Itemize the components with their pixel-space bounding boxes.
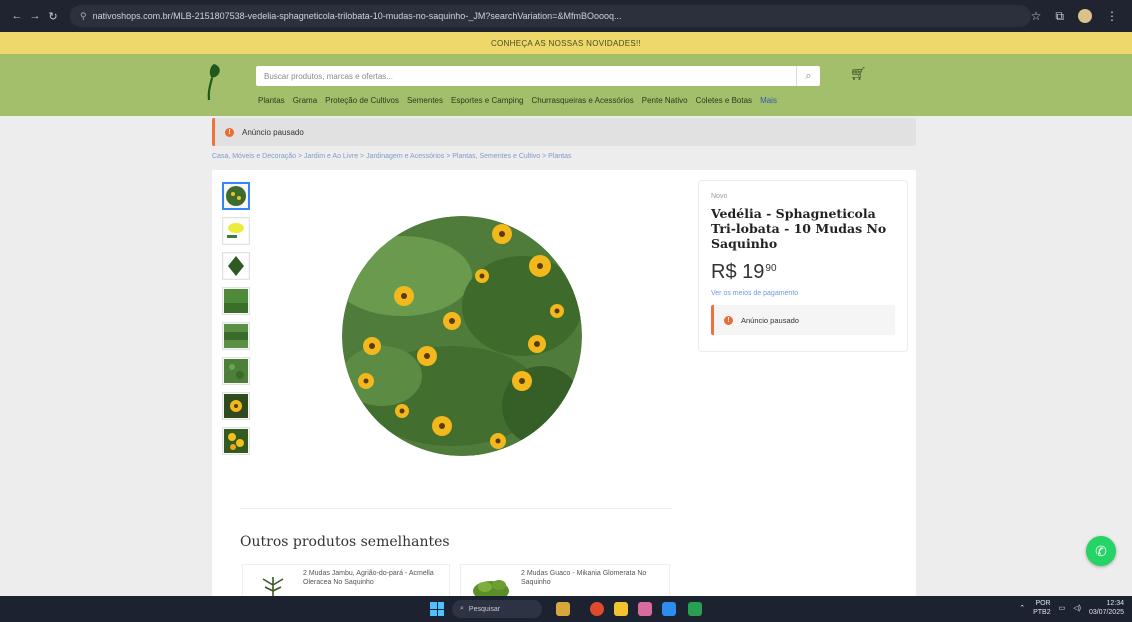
taskbar-search-label: Pesquisar — [468, 605, 501, 613]
thumbnail-1[interactable] — [222, 182, 250, 210]
thumbnail-list — [222, 182, 250, 462]
nav-item-plantas[interactable]: Plantas — [258, 96, 285, 105]
site-header: Buscar produtos, marcas e ofertas... ⌕ 🛒… — [0, 54, 1132, 116]
nav-item-coletes[interactable]: Coletes e Botas — [696, 96, 752, 105]
price-integer: 19 — [742, 261, 765, 283]
similar-product-image-1 — [262, 577, 284, 599]
app-icon[interactable] — [638, 602, 652, 616]
warning-icon: ! — [724, 315, 733, 325]
volume-icon[interactable]: ◁) — [1073, 604, 1081, 612]
nav-item-esportes[interactable]: Esportes e Camping — [451, 96, 523, 105]
paused-notice: ! Anúncio pausado — [212, 118, 916, 146]
nav-item-sementes[interactable]: Sementes — [407, 96, 443, 105]
system-tray: ⌃ POR PTB2 ▭ ◁) 12:34 03/07/2025 — [1019, 599, 1124, 617]
similar-products-title: Outros produtos semelhantes — [240, 534, 450, 550]
profile-avatar[interactable] — [1078, 9, 1092, 23]
cart-icon[interactable]: 🛒︎ — [850, 66, 868, 84]
search-placeholder: Buscar produtos, marcas e ofertas... — [264, 71, 393, 81]
paused-badge: ! Anúncio pausado — [711, 305, 895, 335]
product-main-image[interactable] — [342, 216, 582, 456]
product-title: Vedélia - Sphagneticola Tri-lobata - 10 … — [711, 206, 887, 251]
date: 03/07/2025 — [1088, 609, 1124, 616]
paused-notice-text: Anúncio pausado — [242, 127, 304, 137]
lang-sub: PTB2 — [1033, 609, 1051, 616]
reload-icon[interactable]: ↻ — [44, 10, 62, 23]
thumbnail-7[interactable] — [222, 392, 250, 420]
taskbar-search-icon: ⌕ — [460, 605, 464, 612]
product-info-panel: Novo Vedélia - Sphagneticola Tri-lobata … — [698, 180, 908, 352]
thumbnail-5[interactable] — [222, 322, 250, 350]
store-logo[interactable] — [200, 62, 224, 102]
store-app-icon[interactable] — [662, 602, 676, 616]
similar-product-name-1: 2 Mudas Jambu, Agrião-do-pará - Acmella … — [303, 570, 434, 586]
similar-product-name-2: 2 Mudas Guaco - Mikania Glomerata No Saq… — [521, 570, 647, 586]
breadcrumb[interactable]: Casa, Móveis e Decoração > Jardim e Ao L… — [212, 153, 572, 160]
os-taskbar: ⌕ Pesquisar ⌃ POR PTB2 ▭ ◁) 12:34 03/07/… — [0, 596, 1132, 622]
back-icon[interactable]: ← — [8, 10, 26, 22]
tray-overflow-icon[interactable]: ⌃ — [1019, 604, 1025, 612]
lang-code: POR — [1035, 600, 1051, 607]
nav-item-churrasqueiras[interactable]: Churrasqueiras e Acessórios — [531, 96, 633, 105]
similar-product-card-2[interactable]: 2 Mudas Guaco - Mikania Glomerata No Saq… — [460, 564, 670, 599]
nav-item-pente[interactable]: Pente Nativo — [642, 96, 688, 105]
product-condition: Novo — [711, 193, 728, 200]
thumbnail-8[interactable] — [222, 427, 250, 455]
similar-product-card-1[interactable]: 2 Mudas Jambu, Agrião-do-pará - Acmella … — [242, 564, 450, 599]
file-explorer-icon[interactable] — [614, 602, 628, 616]
time: 12:34 — [1106, 600, 1124, 607]
bookmark-star-icon[interactable]: ☆ — [1031, 9, 1042, 23]
warning-icon: ! — [225, 127, 234, 137]
windows-start-icon[interactable] — [430, 602, 444, 616]
search-input[interactable]: Buscar produtos, marcas e ofertas... ⌕ — [256, 66, 820, 86]
category-nav: Plantas Grama Proteção de Cultivos Semen… — [258, 96, 777, 105]
site-info-icon[interactable]: ⚲ — [80, 11, 87, 22]
nav-item-grama[interactable]: Grama — [293, 96, 317, 105]
product-price: R$ 1990 — [711, 261, 895, 284]
clock[interactable]: 12:34 03/07/2025 — [1089, 599, 1124, 617]
paused-badge-text: Anúncio pausado — [741, 315, 799, 325]
promo-text: CONHEÇA AS NOSSAS NOVIDADES!! — [490, 38, 642, 48]
nav-item-protecao[interactable]: Proteção de Cultivos — [325, 96, 399, 105]
language-indicator[interactable]: POR PTB2 — [1033, 599, 1051, 617]
forward-icon[interactable]: → — [26, 10, 44, 22]
url-text: nativoshops.com.br/MLB-2151807538-vedeli… — [92, 11, 622, 21]
network-icon[interactable]: ▭ — [1059, 604, 1066, 612]
thumbnail-4[interactable] — [222, 287, 250, 315]
browser-toolbar: ← → ↻ ⚲ nativoshops.com.br/MLB-215180753… — [0, 0, 1132, 32]
search-icon[interactable]: ⌕ — [796, 66, 820, 86]
whatsapp-icon[interactable]: ✆ — [1086, 536, 1116, 566]
nav-item-mais[interactable]: Mais — [760, 96, 777, 105]
widget-icon[interactable] — [556, 602, 570, 616]
promo-banner[interactable]: CONHEÇA AS NOSSAS NOVIDADES!! — [0, 32, 1132, 54]
payment-methods-link[interactable]: Ver os meios de pagamento — [711, 290, 895, 297]
similar-product-image-2 — [473, 580, 509, 599]
price-cents: 90 — [765, 263, 777, 274]
thumbnail-3[interactable] — [222, 252, 250, 280]
address-bar[interactable]: ⚲ nativoshops.com.br/MLB-2151807538-vede… — [70, 5, 1031, 27]
whatsapp-app-icon[interactable] — [688, 602, 702, 616]
price-currency: R$ — [711, 261, 737, 283]
thumbnail-2[interactable] — [222, 217, 250, 245]
chrome-icon[interactable] — [590, 602, 604, 616]
taskbar-search[interactable]: ⌕ Pesquisar — [452, 600, 542, 618]
browser-menu-icon[interactable]: ⋮ — [1106, 9, 1118, 23]
extensions-icon[interactable]: ⧉ — [1055, 9, 1064, 24]
section-divider — [240, 508, 672, 509]
thumbnail-6[interactable] — [222, 357, 250, 385]
